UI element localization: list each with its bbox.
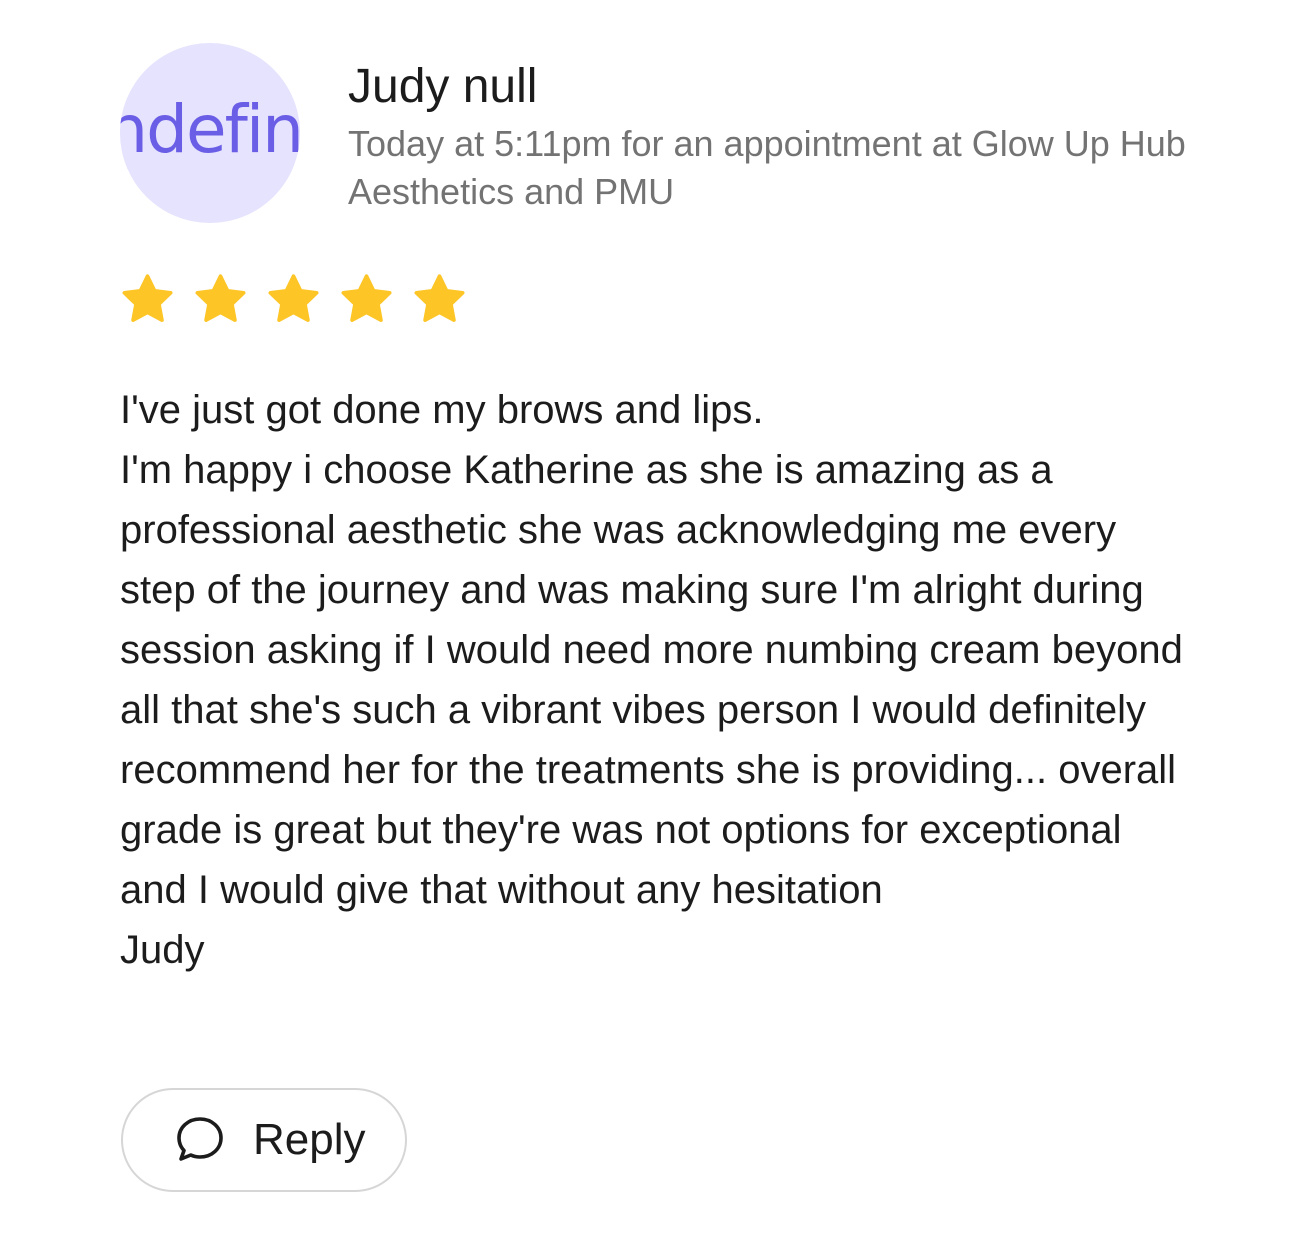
reviewer-name: Judy null — [348, 60, 538, 113]
review-body: I've just got done my brows and lips. I'… — [120, 380, 1190, 980]
avatar: ndefin — [120, 43, 300, 223]
star-icon — [341, 274, 392, 322]
star-rating — [120, 272, 467, 327]
star-icon — [268, 274, 319, 322]
review-card: ndefin Judy null Today at 5:11pm for an … — [0, 0, 1290, 1247]
speech-bubble-icon — [177, 1117, 223, 1161]
avatar-text: ndefin — [120, 91, 300, 168]
review-text: I've just got done my brows and lips. I'… — [120, 388, 1183, 972]
reply-label: Reply — [253, 1115, 366, 1164]
review-meta: Today at 5:11pm for an appointment at Gl… — [348, 123, 1186, 212]
reply-button[interactable]: Reply — [121, 1088, 407, 1192]
star-icon — [414, 274, 465, 322]
star-icon — [122, 274, 173, 322]
star-icon — [195, 274, 246, 322]
